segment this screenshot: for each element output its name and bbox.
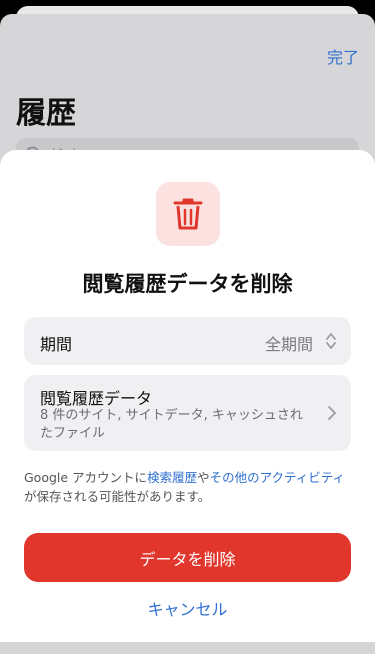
chevron-right-icon [328, 406, 336, 420]
trash-icon-badge [156, 182, 220, 246]
delete-data-button[interactable]: データを削除 [24, 533, 351, 582]
chevron-updown-icon [326, 333, 336, 349]
cancel-button[interactable]: キャンセル [0, 596, 375, 620]
account-activity-note: Google アカウントに検索履歴やその他のアクティビティが保存される可能性があ… [24, 468, 354, 506]
browsing-data-label: 閲覧履歴データ [40, 389, 153, 408]
other-activity-link[interactable]: その他のアクティビティ [210, 470, 345, 485]
page-title: 履歴 [16, 96, 76, 131]
browsing-data-description: 8 件のサイト, サイトデータ, キャッシュされたファイル [40, 408, 303, 441]
note-text-1: Google アカウントに [24, 470, 148, 485]
note-text-2: や [197, 470, 210, 485]
trash-icon [173, 198, 203, 230]
sheet-title: 閲覧履歴データを削除 [82, 272, 293, 296]
note-text-3: が保存される可能性があります。 [24, 489, 211, 504]
time-range-selector[interactable]: 期間 全期間 [24, 317, 351, 365]
time-range-value: 全期間 [264, 335, 313, 354]
done-button[interactable]: 完了 [327, 44, 359, 68]
delete-data-sheet: 閲覧履歴データを削除 期間 全期間 閲覧履歴データ 8 件のサイト, サイトデー… [0, 150, 375, 642]
time-range-label: 期間 [40, 335, 73, 354]
browsing-data-row[interactable]: 閲覧履歴データ 8 件のサイト, サイトデータ, キャッシュされたファイル [24, 375, 351, 451]
search-history-link[interactable]: 検索履歴 [147, 470, 197, 485]
